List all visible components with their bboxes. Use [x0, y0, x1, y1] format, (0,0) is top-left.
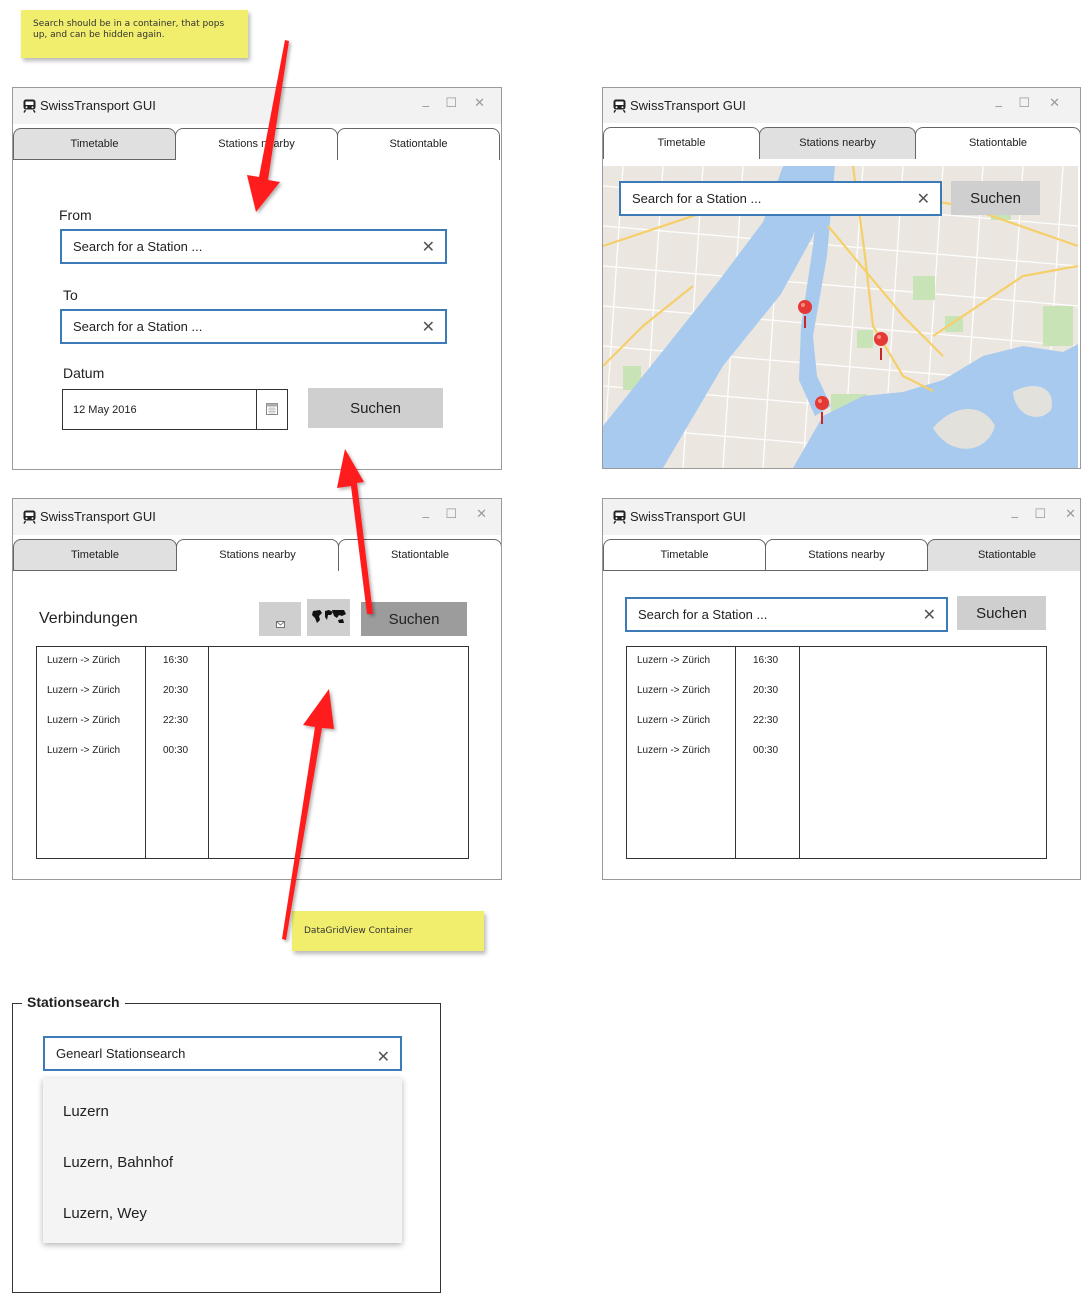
annotation-arrows	[247, 40, 373, 940]
arrow-1	[247, 40, 289, 212]
arrow-3	[282, 689, 334, 940]
arrow-2	[337, 449, 373, 614]
